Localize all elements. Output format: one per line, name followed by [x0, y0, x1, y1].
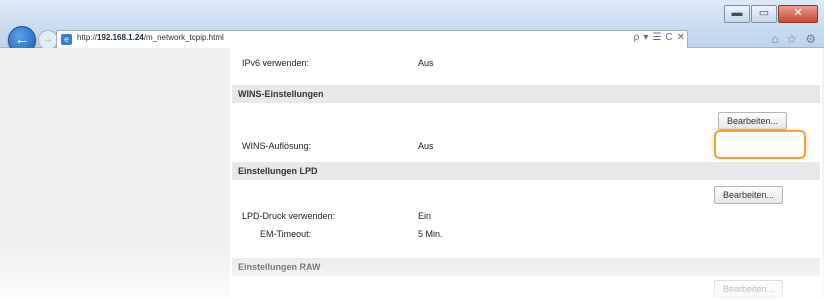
close-window-button[interactable]: ✕ — [778, 5, 818, 23]
url-host: 192.168.1.24 — [97, 33, 144, 42]
home-icon[interactable]: ⌂ — [771, 32, 778, 46]
settings-gear-icon[interactable]: ⚙ — [805, 32, 816, 46]
browser-toolbar-icons: ⌂ ☆ ⚙ — [771, 32, 816, 46]
window-controls: ▬ ▭ ✕ — [724, 5, 818, 23]
lpd-section-header: Einstellungen LPD — [232, 162, 820, 180]
wins-resolution-value: Aus — [418, 141, 434, 151]
stop-icon[interactable]: ✕ — [677, 32, 685, 43]
wins-edit-button[interactable]: Bearbeiten... — [718, 112, 788, 130]
lpd-edit-button[interactable]: Bearbeiten... — [714, 186, 784, 204]
forward-button[interactable]: → — [38, 30, 58, 50]
raw-edit-button[interactable]: Bearbeiten... — [714, 280, 784, 298]
ipv6-label: IPv6 verwenden: — [242, 58, 310, 68]
lpd-timeout-value: 5 Min. — [418, 229, 443, 239]
wins-resolution-label: WINS-Auflösung: — [242, 141, 312, 151]
lpd-print-label: LPD-Druck verwenden: — [242, 211, 336, 221]
address-url: http://192.168.1.24/m_network_tcpip.html — [77, 33, 224, 42]
arrow-right-icon: → — [43, 34, 53, 45]
raw-section-header: Einstellungen RAW — [232, 258, 820, 276]
wins-section-header: WINS-Einstellungen — [232, 85, 820, 103]
refresh-icon[interactable]: C — [665, 32, 672, 43]
maximize-button[interactable]: ▭ — [751, 5, 777, 23]
lpd-print-value: Ein — [418, 211, 432, 221]
minimize-button[interactable]: ▬ — [724, 5, 750, 23]
page-icon: e — [61, 34, 72, 45]
highlight-ring — [714, 130, 806, 159]
compatibility-icon[interactable]: ☰ — [652, 32, 661, 43]
settings-panel: IPv6 verwenden: Aus WINS-Einstellungen B… — [230, 48, 822, 300]
arrow-left-icon: ← — [14, 31, 30, 48]
ipv6-value: Aus — [418, 58, 434, 68]
search-icon[interactable]: ρ — [634, 32, 640, 43]
url-path: /m_network_tcpip.html — [143, 33, 224, 42]
lpd-timeout-label: EM-Timeout: — [260, 229, 312, 239]
url-scheme: http:// — [77, 33, 98, 42]
address-tools: ρ ▾ ☰ C ✕ — [634, 32, 685, 43]
dropdown-icon[interactable]: ▾ — [643, 32, 648, 43]
address-bar[interactable]: e http://192.168.1.24/m_network_tcpip.ht… — [56, 30, 688, 50]
favorites-star-icon[interactable]: ☆ — [786, 32, 797, 46]
